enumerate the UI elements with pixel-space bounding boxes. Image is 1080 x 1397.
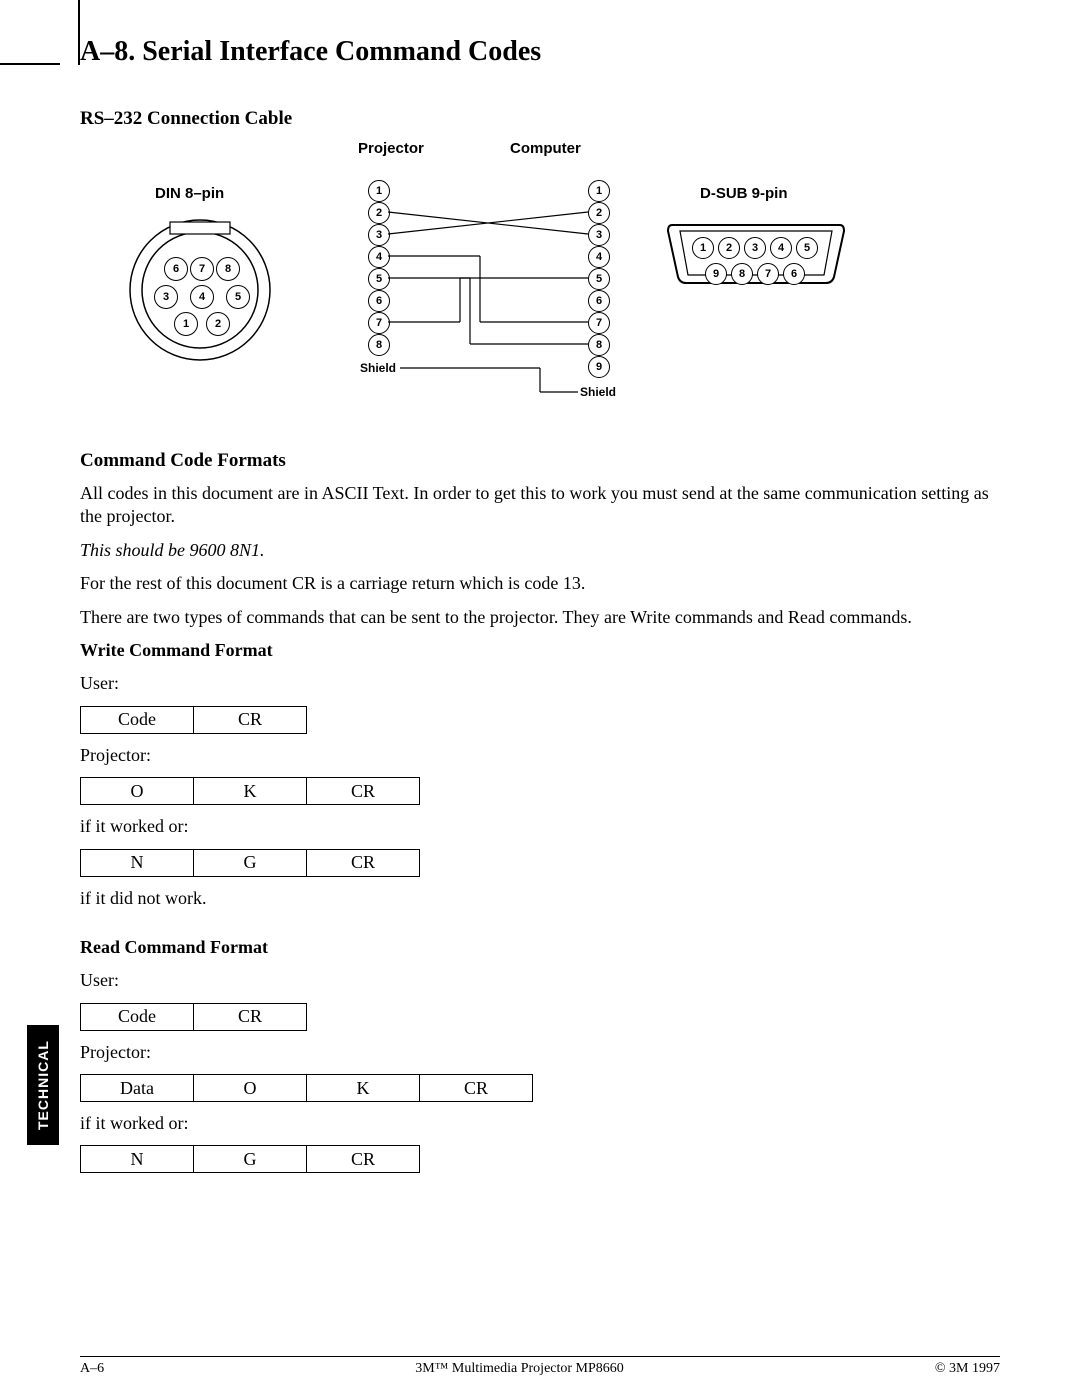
sidebar-tab-technical: TECHNICAL xyxy=(27,1025,59,1145)
shield-label-left: Shield xyxy=(360,361,396,375)
dsub-pin: 7 xyxy=(757,263,779,285)
user-label: User: xyxy=(80,969,1000,992)
write-ok-table: O K CR xyxy=(80,777,420,805)
dsub-pin: 2 xyxy=(718,237,740,259)
dsub-pin: 9 xyxy=(705,263,727,285)
cable-diagram: Projector Computer DIN 8–pin 6 7 8 3 4 5… xyxy=(80,140,940,420)
sub-cmdformat: Command Code Formats xyxy=(80,450,1000,472)
read-user-table: Code CR xyxy=(80,1003,307,1031)
notwork-label: if it did not work. xyxy=(80,887,1000,910)
dsub-pin: 5 xyxy=(796,237,818,259)
write-user-table: Code CR xyxy=(80,706,307,734)
footer-copyright: © 3M 1997 xyxy=(935,1361,1000,1377)
worked-label: if it worked or: xyxy=(80,815,1000,838)
paragraph: There are two types of commands that can… xyxy=(80,606,1000,629)
projector-label: Projector: xyxy=(80,744,1000,767)
section-title: A–8. Serial Interface Command Codes xyxy=(80,36,1000,68)
footer-center: 3M™ Multimedia Projector MP8660 xyxy=(415,1361,624,1377)
dsub-pin: 8 xyxy=(731,263,753,285)
projector-label: Projector: xyxy=(80,1041,1000,1064)
user-label: User: xyxy=(80,672,1000,695)
worked-label: if it worked or: xyxy=(80,1112,1000,1135)
shield-label-right: Shield xyxy=(580,385,616,399)
paragraph: For the rest of this document CR is a ca… xyxy=(80,572,1000,595)
read-header: Read Command Format xyxy=(80,936,1000,959)
write-header: Write Command Format xyxy=(80,639,1000,662)
dsub-pin: 1 xyxy=(692,237,714,259)
paragraph: All codes in this document are in ASCII … xyxy=(80,482,1000,529)
dsub-label: D-SUB 9-pin xyxy=(700,185,788,202)
dsub-pin: 6 xyxy=(783,263,805,285)
footer-pagenum: A–6 xyxy=(80,1361,104,1377)
write-ng-table: N G CR xyxy=(80,849,420,877)
page-footer: A–6 3M™ Multimedia Projector MP8660 © 3M… xyxy=(80,1356,1000,1377)
read-ng-table: N G CR xyxy=(80,1145,420,1173)
dsub-pin: 4 xyxy=(770,237,792,259)
read-ok-table: Data O K CR xyxy=(80,1074,533,1102)
dsub-pin: 3 xyxy=(744,237,766,259)
sub-rs232: RS–232 Connection Cable xyxy=(80,108,1000,130)
paragraph-italic: This should be 9600 8N1. xyxy=(80,539,1000,562)
